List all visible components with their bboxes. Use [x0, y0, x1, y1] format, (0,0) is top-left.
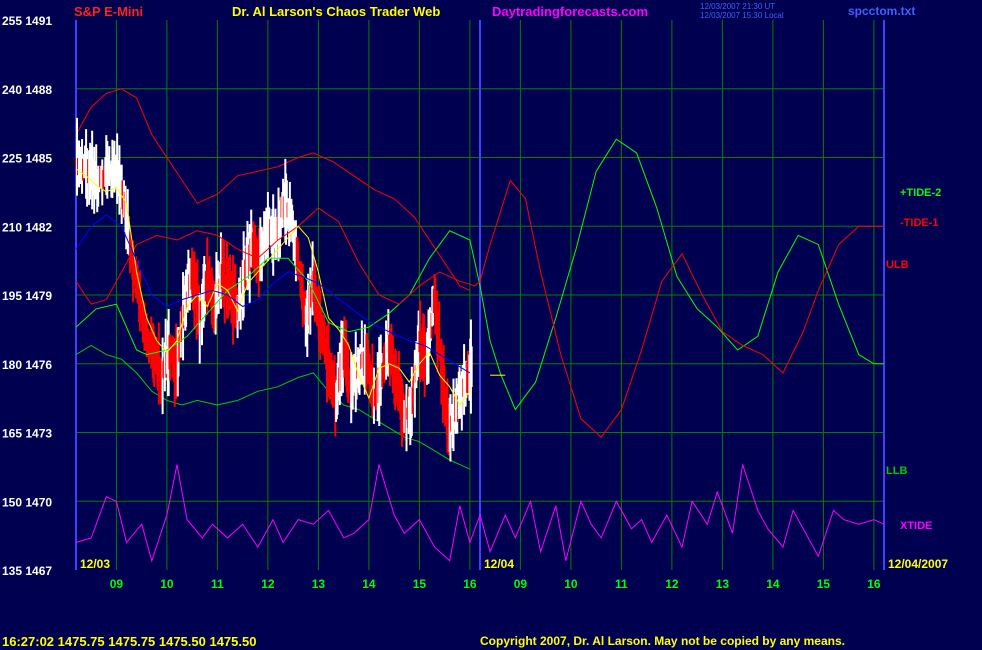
x-tick-label: 15 [817, 577, 831, 591]
x-axis-labels: 09 10 11 12 13 14 15 16 09 10 11 12 13 14 15 16 12/03 12/… [80, 557, 948, 591]
x-tick-label: 11 [615, 577, 628, 591]
y-tick-label: 225 1485 [2, 152, 52, 166]
day-label: 12/04/2007 [888, 557, 948, 571]
x-tick-label: 15 [413, 577, 427, 591]
x-tick-label: 12 [665, 577, 679, 591]
y-tick-label: 150 1470 [2, 495, 52, 509]
x-tick-label: 10 [564, 577, 578, 591]
y-tick-label: 255 1491 [2, 14, 52, 28]
x-tick-label: 16 [867, 577, 881, 591]
symbol-title: S&P E-Mini [74, 4, 144, 19]
x-tick-label: 09 [110, 577, 124, 591]
y-tick-label: 165 1473 [2, 427, 52, 441]
copyright-notice: Copyright 2007, Dr. Al Larson. May not b… [480, 634, 845, 648]
x-tick-label: 09 [514, 577, 528, 591]
timestamp-local: 12/03/2007 15:30 Local [700, 11, 784, 20]
chart-legend: +TIDE-2 -TIDE-1 ULB LLB XTIDE [886, 187, 941, 532]
quote-readout: 16:27:02 1475.75 1475.75 1475.50 1475.50 [2, 634, 257, 649]
x-tick-label: 16 [463, 577, 477, 591]
x-tick-label: 12 [261, 577, 275, 591]
y-tick-label: 240 1488 [2, 83, 52, 97]
y-tick-label: 135 1467 [2, 564, 52, 578]
y-tick-label: 210 1482 [2, 220, 52, 234]
y-tick-label: 195 1479 [2, 289, 52, 303]
x-tick-label: 13 [312, 577, 326, 591]
x-tick-label: 10 [160, 577, 174, 591]
chart-canvas: 255 1491 240 1488 225 1485 210 1482 195 1479… [2, 14, 948, 591]
site-title: Dr. Al Larson's Chaos Trader Web [232, 4, 441, 19]
data-filename: spcctom.txt [848, 4, 916, 18]
y-axis-labels: 255 1491 240 1488 225 1485 210 1482 195 1479… [2, 14, 52, 578]
legend-tide-minus-1: -TIDE-1 [900, 217, 939, 229]
x-tick-label: 11 [211, 577, 224, 591]
legend-xtide: XTIDE [900, 520, 932, 532]
legend-llb: LLB [886, 465, 907, 477]
x-tick-label: 14 [766, 577, 780, 591]
site-url: Daytradingforecasts.com [492, 4, 649, 19]
x-tick-label: 13 [716, 577, 730, 591]
timestamp-ut: 12/03/2007 21:30 UT [700, 2, 776, 11]
legend-tide-plus-2: +TIDE-2 [900, 187, 941, 199]
day-label: 12/03 [80, 557, 110, 571]
x-tick-label: 14 [362, 577, 376, 591]
day-label: 12/04 [484, 557, 514, 571]
y-tick-label: 180 1476 [2, 358, 52, 372]
legend-ulb: ULB [886, 259, 909, 271]
